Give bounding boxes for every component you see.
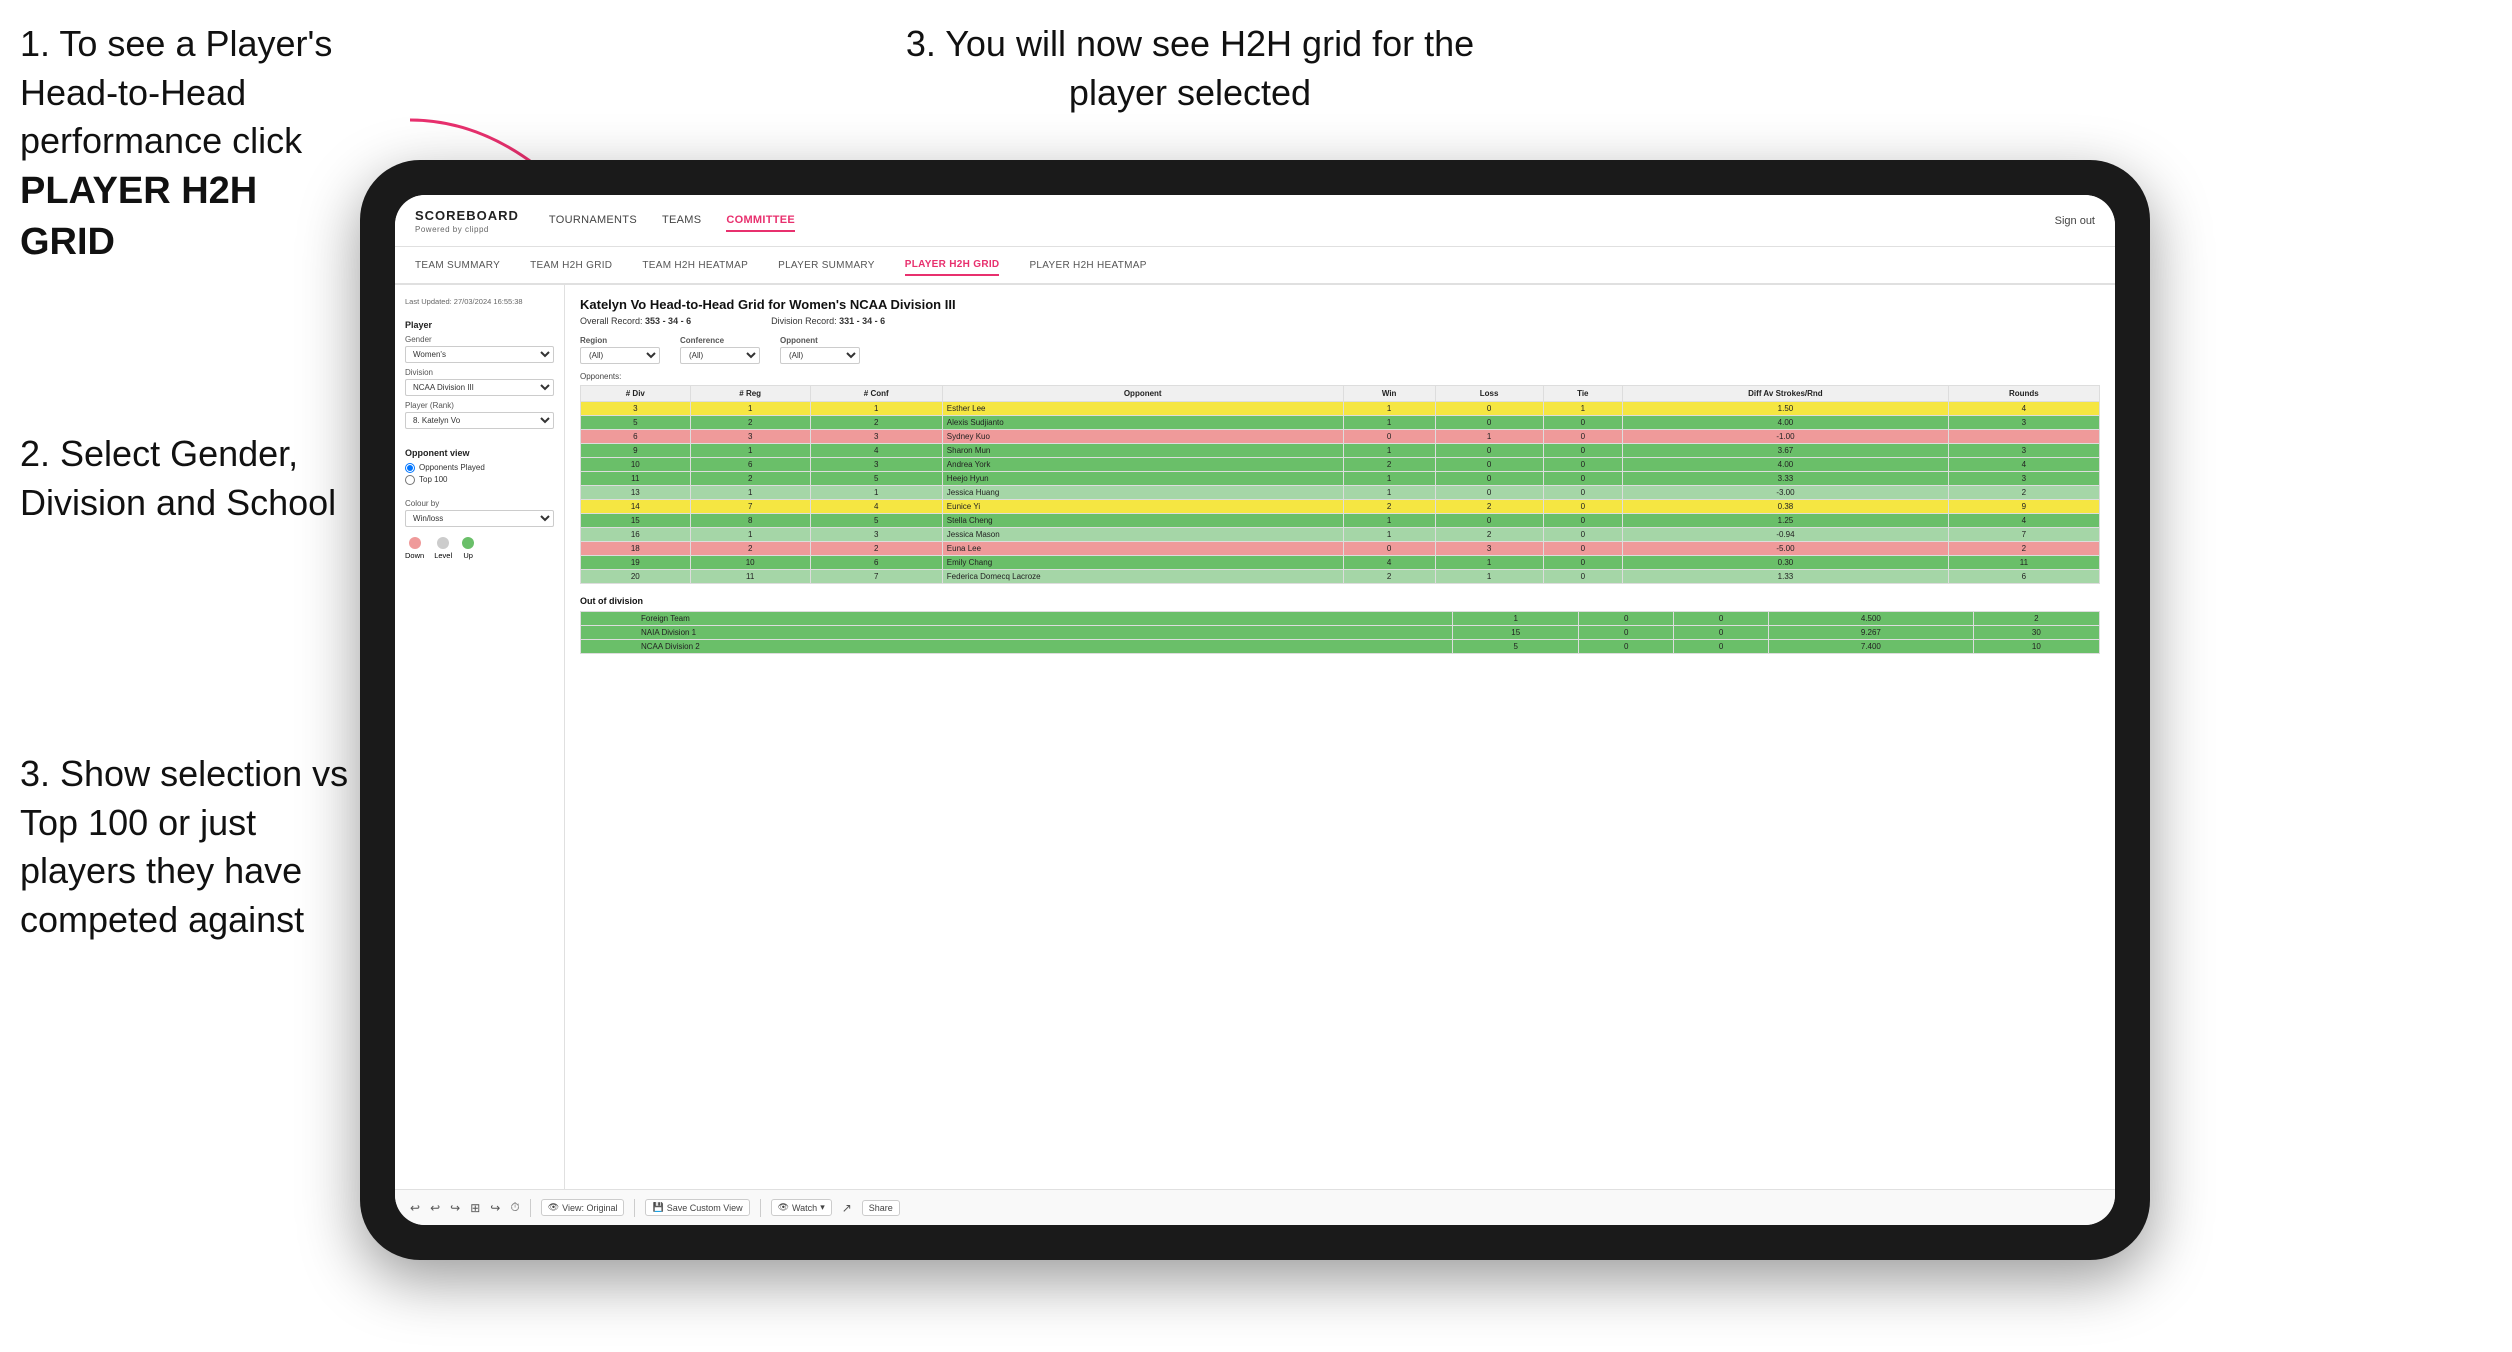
filter-region-select[interactable]: (All) [580,347,660,364]
colour-legend: Down Level Up [405,537,554,560]
col-diff: Diff Av Strokes/Rnd [1623,386,1949,402]
table-row: 13 1 1 Jessica Huang 1 0 0 -3.00 2 [581,486,2100,500]
sidebar-gender-label: Gender [405,335,554,344]
filter-opponent-select[interactable]: (All) [780,347,860,364]
colour-legend-up: Up [462,537,474,560]
nav-tournaments[interactable]: TOURNAMENTS [549,210,637,232]
toolbar-divider-1 [530,1199,531,1217]
instruction-step1: 1. To see a Player's Head-to-Head perfor… [20,20,360,268]
table-row: 18 2 2 Euna Lee 0 3 0 -5.00 2 [581,542,2100,556]
save-custom-view-btn[interactable]: 💾 Save Custom View [645,1199,749,1216]
opponents-label: Opponents: [580,372,2100,381]
main-data-table: # Div # Reg # Conf Opponent Win Loss Tie… [580,385,2100,584]
sidebar-division-label: Division [405,368,554,377]
table-row: 15 8 5 Stella Cheng 1 0 0 1.25 4 [581,514,2100,528]
sidebar-colour-by-label: Colour by [405,499,554,508]
table-row: 20 11 7 Federica Domecq Lacroze 2 1 0 1.… [581,570,2100,584]
colour-legend-level: Level [434,537,452,560]
col-loss: Loss [1435,386,1543,402]
col-rounds: Rounds [1948,386,2099,402]
clock-icon[interactable]: ⏱ [510,1200,519,1215]
main-content: Last Updated: 27/03/2024 16:55:38 Player… [395,285,2115,1189]
sidebar-radio-group: Opponents Played Top 100 [405,463,554,485]
table-row: 3 1 1 Esther Lee 1 0 1 1.50 4 [581,402,2100,416]
sidebar-player-rank-label: Player (Rank) [405,401,554,410]
undo2-icon[interactable]: ↩ [430,1201,440,1215]
sidebar: Last Updated: 27/03/2024 16:55:38 Player… [395,285,565,1189]
toolbar-divider-3 [760,1199,761,1217]
colour-legend-down: Down [405,537,424,560]
grid-area: Katelyn Vo Head-to-Head Grid for Women's… [565,285,2115,1189]
sidebar-timestamp: Last Updated: 27/03/2024 16:55:38 [405,297,554,308]
table-row: NCAA Division 2 5 0 0 7.400 10 [581,640,2100,654]
instruction-step3-left: 3. Show selection vs Top 100 or just pla… [20,750,360,944]
table-row: NAIA Division 1 15 0 0 9.267 30 [581,626,2100,640]
view-original-btn[interactable]: 👁 View: Original [541,1199,625,1216]
nav-right: Sign out [2055,215,2095,227]
table-row: 19 10 6 Emily Chang 4 1 0 0.30 11 [581,556,2100,570]
grid-record-row: Overall Record: 353 - 34 - 6 Division Re… [580,316,2100,326]
tablet-frame: SCOREBOARD Powered by clippd TOURNAMENTS… [360,160,2150,1260]
col-conf: # Conf [810,386,942,402]
nav-committee[interactable]: COMMITTEE [726,210,795,232]
col-reg: # Reg [690,386,810,402]
table-row: 5 2 2 Alexis Sudjianto 1 0 0 4.00 3 [581,416,2100,430]
nav-items: TOURNAMENTS TEAMS COMMITTEE [549,210,2055,232]
col-tie: Tie [1543,386,1623,402]
nav-bar: SCOREBOARD Powered by clippd TOURNAMENTS… [395,195,2115,247]
sidebar-colour-by-select[interactable]: Win/loss [405,510,554,527]
table-row: Foreign Team 1 0 0 4.500 2 [581,612,2100,626]
filter-conference-group: Conference (All) [680,336,760,364]
filter-region-group: Region (All) [580,336,660,364]
instruction-step3-right: 3. You will now see H2H grid for the pla… [900,20,1480,117]
colour-dot-down [409,537,421,549]
sub-nav-team-h2h-grid[interactable]: TEAM H2H GRID [530,256,612,275]
sidebar-player-rank-select[interactable]: 8. Katelyn Vo [405,412,554,429]
grid-icon[interactable]: ⊞ [470,1201,480,1215]
toolbar: ↩ ↩ ↪ ⊞ ↪ ⏱ 👁 View: Original 💾 Save Cust… [395,1189,2115,1225]
filter-conference-select[interactable]: (All) [680,347,760,364]
sidebar-opponent-view-label: Opponent view [405,448,554,458]
sidebar-player-label: Player [405,320,554,330]
share-btn[interactable]: Share [862,1200,900,1216]
sub-nav-team-h2h-heatmap[interactable]: TEAM H2H HEATMAP [642,256,748,275]
sub-nav-player-h2h-heatmap[interactable]: PLAYER H2H HEATMAP [1029,256,1146,275]
nav-teams[interactable]: TEAMS [662,210,701,232]
sidebar-radio-top100[interactable]: Top 100 [405,475,554,485]
toolbar-divider-2 [634,1199,635,1217]
undo-icon[interactable]: ↩ [410,1201,420,1215]
out-of-division-table: Foreign Team 1 0 0 4.500 2 NAIA Division… [580,611,2100,654]
tablet-screen: SCOREBOARD Powered by clippd TOURNAMENTS… [395,195,2115,1225]
sidebar-radio-opponents-played[interactable]: Opponents Played [405,463,554,473]
instruction-step2: 2. Select Gender, Division and School [20,430,360,527]
colour-dot-level [437,537,449,549]
sidebar-gender-select[interactable]: Women's [405,346,554,363]
watch-btn[interactable]: 👁 Watch ▾ [771,1199,832,1216]
col-win: Win [1343,386,1435,402]
out-of-division-title: Out of division [580,596,2100,606]
filter-opponent-group: Opponent (All) [780,336,860,364]
sign-out-link[interactable]: Sign out [2055,215,2095,227]
filters-row: Region (All) Conference (All) Opponent [580,336,2100,364]
table-row: 9 1 4 Sharon Mun 1 0 0 3.67 3 [581,444,2100,458]
table-row: 16 1 3 Jessica Mason 1 2 0 -0.94 7 [581,528,2100,542]
sub-nav-player-summary[interactable]: PLAYER SUMMARY [778,256,875,275]
grid-title: Katelyn Vo Head-to-Head Grid for Women's… [580,297,2100,312]
logo: SCOREBOARD Powered by clippd [415,207,549,234]
table-row: 6 3 3 Sydney Kuo 0 1 0 -1.00 [581,430,2100,444]
colour-dot-up [462,537,474,549]
redo2-icon[interactable]: ↪ [490,1201,500,1215]
col-opponent: Opponent [942,386,1343,402]
redo-icon[interactable]: ↪ [450,1201,460,1215]
sidebar-division-select[interactable]: NCAA Division III [405,379,554,396]
sub-nav-team-summary[interactable]: TEAM SUMMARY [415,256,500,275]
table-row: 10 6 3 Andrea York 2 0 0 4.00 4 [581,458,2100,472]
col-div: # Div [581,386,691,402]
share-icon[interactable]: ↗ [842,1201,852,1215]
sub-nav: TEAM SUMMARY TEAM H2H GRID TEAM H2H HEAT… [395,247,2115,285]
sub-nav-player-h2h-grid[interactable]: PLAYER H2H GRID [905,255,1000,276]
table-row: 14 7 4 Eunice Yi 2 2 0 0.38 9 [581,500,2100,514]
table-row: 11 2 5 Heejo Hyun 1 0 0 3.33 3 [581,472,2100,486]
